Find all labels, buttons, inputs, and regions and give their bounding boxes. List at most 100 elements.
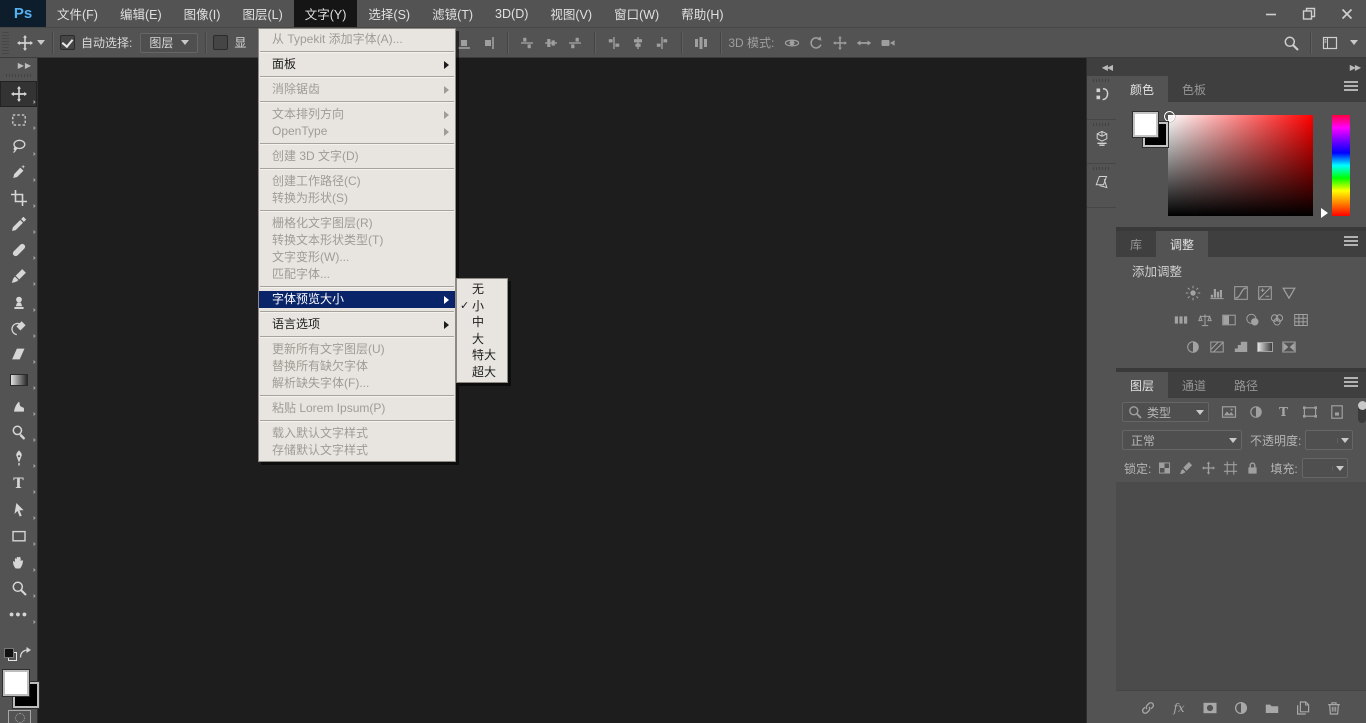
workspace-switcher-icon[interactable] xyxy=(1318,32,1342,54)
restore-button[interactable] xyxy=(1290,0,1328,27)
type-menu-item[interactable]: OpenType xyxy=(259,123,455,140)
align-right-edges-icon[interactable] xyxy=(476,32,500,54)
dock-expand-icon[interactable]: ◀◀ xyxy=(1087,58,1116,76)
color-picker-circle-icon[interactable] xyxy=(1164,111,1175,122)
posterize-icon[interactable] xyxy=(1209,338,1226,355)
align-left-edges-icon[interactable] xyxy=(602,32,626,54)
3d-roll-icon[interactable] xyxy=(804,32,828,54)
3d-pan-icon[interactable] xyxy=(828,32,852,54)
font-preview-size-option[interactable]: ✓ 小 xyxy=(457,298,507,315)
tab-color-0[interactable]: 颜色 xyxy=(1116,76,1169,102)
align-bottom2-edges-icon[interactable] xyxy=(563,32,587,54)
adjustment-layers-icon[interactable] xyxy=(1248,404,1265,421)
3d-slide-icon[interactable] xyxy=(852,32,876,54)
invert-icon[interactable] xyxy=(1185,338,1202,355)
menubar-item-type[interactable]: 文字(Y) xyxy=(293,0,358,27)
tab-adjustments-0[interactable]: 库 xyxy=(1116,231,1156,257)
path-selection-tool[interactable] xyxy=(0,497,37,523)
type-menu-item[interactable]: 存储默认文字样式 xyxy=(259,442,455,459)
show-transform-checkbox[interactable] xyxy=(213,35,229,50)
type-tool[interactable]: T xyxy=(0,471,37,497)
hue-ramp[interactable] xyxy=(1332,115,1350,216)
layer-styles-button[interactable]: fx xyxy=(1170,699,1188,717)
menubar-item-edit[interactable]: 编辑(E) xyxy=(109,0,173,27)
panel-collapse-icon[interactable]: ▶▶ xyxy=(1116,58,1366,76)
tab-layers-2[interactable]: 路径 xyxy=(1220,372,1272,398)
type-menu-item[interactable]: 载入默认文字样式 xyxy=(259,425,455,442)
opacity-dropdown[interactable] xyxy=(1305,430,1354,450)
spot-healing-brush-tool[interactable] xyxy=(0,237,37,263)
menubar-item-layer[interactable]: 图层(L) xyxy=(231,0,293,27)
color-panel-foreground-swatch[interactable] xyxy=(1133,112,1158,137)
hand-tool[interactable] xyxy=(0,549,37,575)
dodge-tool[interactable] xyxy=(0,419,37,445)
auto-select-checkbox[interactable] xyxy=(60,35,75,50)
color-balance-icon[interactable] xyxy=(1197,311,1214,328)
photo-filter-icon[interactable] xyxy=(1245,311,1262,328)
levels-icon[interactable] xyxy=(1209,284,1226,301)
brush-tool[interactable] xyxy=(0,263,37,289)
layer-filter-toggle[interactable] xyxy=(1357,401,1366,423)
menubar-item-filter[interactable]: 滤镜(T) xyxy=(421,0,484,27)
menubar-item-file[interactable]: 文件(F) xyxy=(46,0,109,27)
close-button[interactable] xyxy=(1328,0,1366,27)
tab-adjustments-1[interactable]: 调整 xyxy=(1156,231,1209,257)
zoom-tool[interactable] xyxy=(0,575,37,601)
menubar-item-3d[interactable]: 3D(D) xyxy=(484,0,539,27)
workspace-chevron-icon[interactable] xyxy=(1350,40,1358,45)
lock-image-icon[interactable] xyxy=(1179,460,1194,477)
history-panel-button[interactable] xyxy=(1087,76,1116,120)
layer-mask-button[interactable] xyxy=(1201,699,1219,717)
shape-layers-icon[interactable] xyxy=(1302,404,1319,421)
move-tool-icon[interactable] xyxy=(17,34,33,51)
type-menu-item[interactable]: 文本排列方向 xyxy=(259,106,455,123)
new-adjustment-layer-button[interactable] xyxy=(1232,699,1250,717)
color-panel-menu-icon[interactable] xyxy=(1344,85,1358,87)
type-menu-item[interactable]: 解析缺失字体(F)... xyxy=(259,375,455,392)
type-menu-item[interactable]: 转换为形状(S) xyxy=(259,190,455,207)
quick-mask-icon[interactable] xyxy=(8,710,31,723)
menubar-item-image[interactable]: 图像(I) xyxy=(173,0,232,27)
black-white-icon[interactable] xyxy=(1221,311,1238,328)
tab-color-1[interactable]: 色板 xyxy=(1168,76,1220,102)
font-preview-size-option[interactable]: 特大 xyxy=(457,347,507,364)
link-layers-button[interactable] xyxy=(1139,699,1157,717)
history-brush-tool[interactable] xyxy=(0,315,37,341)
layer-filter-type-dropdown[interactable]: 类型 xyxy=(1122,402,1209,422)
align-top-edges-icon[interactable] xyxy=(515,32,539,54)
tab-layers-0[interactable]: 图层 xyxy=(1116,372,1169,398)
quick-selection-tool[interactable] xyxy=(0,159,37,185)
crop-tool[interactable] xyxy=(0,185,37,211)
distribute-spacing-icon[interactable] xyxy=(689,32,713,54)
curves-icon[interactable] xyxy=(1233,284,1250,301)
lock-all-icon[interactable] xyxy=(1245,460,1260,477)
color-lookup-icon[interactable] xyxy=(1293,311,1310,328)
type-menu-item[interactable]: 粘贴 Lorem Ipsum(P) xyxy=(259,400,455,417)
blend-mode-dropdown[interactable]: 正常 xyxy=(1122,430,1242,450)
smart-objects-icon[interactable] xyxy=(1329,404,1346,421)
menubar-item-view[interactable]: 视图(V) xyxy=(539,0,603,27)
canvas-area[interactable] xyxy=(38,58,1086,723)
type-menu-item[interactable]: 替换所有缺欠字体 xyxy=(259,358,455,375)
more-tools-tool[interactable]: ●●● xyxy=(0,601,37,627)
minimize-button[interactable] xyxy=(1252,0,1290,27)
type-menu-item[interactable]: 转换文本形状类型(T) xyxy=(259,232,455,249)
type-menu-item[interactable]: 创建工作路径(C) xyxy=(259,173,455,190)
foreground-color-swatch[interactable] xyxy=(3,670,29,696)
3d-panel-button[interactable] xyxy=(1087,120,1116,164)
font-preview-size-option[interactable]: 大 xyxy=(457,331,507,348)
align-vertical-centers-icon[interactable] xyxy=(539,32,563,54)
brightness-contrast-icon[interactable] xyxy=(1185,284,1202,301)
new-group-button[interactable] xyxy=(1263,699,1281,717)
exposure-icon[interactable] xyxy=(1257,284,1274,301)
eraser-tool[interactable] xyxy=(0,341,37,367)
pen-tool[interactable] xyxy=(0,445,37,471)
3d-orbit-icon[interactable] xyxy=(780,32,804,54)
lasso-tool[interactable] xyxy=(0,133,37,159)
lock-artboard-icon[interactable] xyxy=(1223,460,1238,477)
font-preview-size-option[interactable]: 超大 xyxy=(457,364,507,381)
type-menu-item[interactable]: 创建 3D 文字(D) xyxy=(259,148,455,165)
adjustments-panel-menu-icon[interactable] xyxy=(1344,240,1358,242)
lock-position-icon[interactable] xyxy=(1201,460,1216,477)
type-menu-item[interactable]: 匹配字体... xyxy=(259,266,455,283)
